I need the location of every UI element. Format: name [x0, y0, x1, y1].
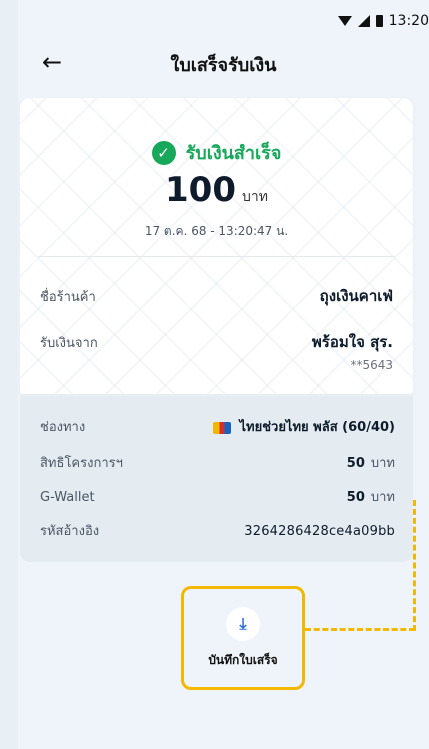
status-time: 13:20: [388, 13, 429, 29]
status-bar: 13:20: [337, 10, 429, 32]
check-circle-icon: ✓: [151, 140, 176, 165]
reference-value: 3264286428ce4a09bb: [244, 524, 395, 539]
channel-label: ช่องทาง: [40, 420, 86, 435]
channel-name: ไทยช่วยไทย พลัส (60/40): [239, 420, 395, 435]
signal-icon: [357, 15, 370, 27]
merchant-label: ชื่อร้านค้า: [40, 290, 96, 305]
top-bar: ← ใบเสร็จรับเงิน: [18, 44, 429, 80]
receipt-card: ✓ รับเงินสำเร็จ 100 บาท 17 ต.ค. 68 - 13:2…: [20, 98, 413, 394]
reference-row: รหัสอ้างอิง 3264286428ce4a09bb: [40, 520, 395, 541]
save-receipt-label: บันทึกใบเสร็จ: [208, 652, 278, 667]
save-receipt-button[interactable]: ⤓ บันทึกใบเสร็จ: [181, 586, 305, 690]
transaction-datetime: 17 ต.ค. 68 - 13:20:47 น.: [144, 224, 289, 238]
payer-label: รับเงินจาก: [40, 336, 98, 351]
channel-row: ช่องทาง ไทยช่วยไทย พลัส (60/40): [40, 416, 395, 437]
battery-icon: [375, 15, 383, 27]
entitlement-amount: 50: [346, 456, 365, 471]
amount-row: 100 บาท: [20, 170, 413, 210]
highlight-connector-vertical: [413, 500, 416, 631]
entitlement-label: สิทธิโครงการฯ: [40, 456, 123, 471]
channel-value: ไทยช่วยไทย พลัส (60/40): [213, 416, 395, 437]
entitlement-row: สิทธิโครงการฯ 50 บาท: [40, 452, 395, 473]
amount-unit: บาท: [242, 189, 268, 205]
page-title: ใบเสร็จรับเงิน: [170, 55, 277, 76]
payer-account: **5643: [350, 358, 393, 372]
gwallet-amount: 50: [346, 490, 365, 505]
merchant-row: ชื่อร้านค้า ถุงเงินคาเฟ่: [40, 284, 393, 308]
entitlement-unit: บาท: [370, 456, 395, 471]
success-status: ✓ รับเงินสำเร็จ: [20, 138, 413, 167]
gwallet-row: G-Wallet 50 บาท: [40, 486, 395, 507]
amount-value: 100: [165, 170, 236, 210]
gwallet-label: G-Wallet: [40, 490, 95, 505]
download-icon: ⤓: [226, 606, 260, 641]
channel-logo-icon: [213, 421, 232, 434]
divider: [38, 256, 395, 257]
gwallet-value: 50 บาท: [347, 486, 395, 507]
merchant-value: ถุงเงินคาเฟ่: [319, 287, 393, 305]
gwallet-unit: บาท: [370, 490, 395, 505]
payer-name: พร้อมใจ สุร.: [311, 333, 393, 351]
payment-details-panel: ช่องทาง ไทยช่วยไทย พลัส (60/40) สิทธิโคร…: [20, 396, 413, 562]
reference-label: รหัสอ้างอิง: [40, 524, 100, 539]
wifi-icon: [337, 16, 352, 26]
highlight-connector-horizontal: [305, 628, 415, 631]
status-text: รับเงินสำเร็จ: [185, 143, 282, 164]
payer-row: รับเงินจาก พร้อมใจ สุร.: [40, 330, 393, 354]
entitlement-value: 50 บาท: [347, 452, 395, 473]
